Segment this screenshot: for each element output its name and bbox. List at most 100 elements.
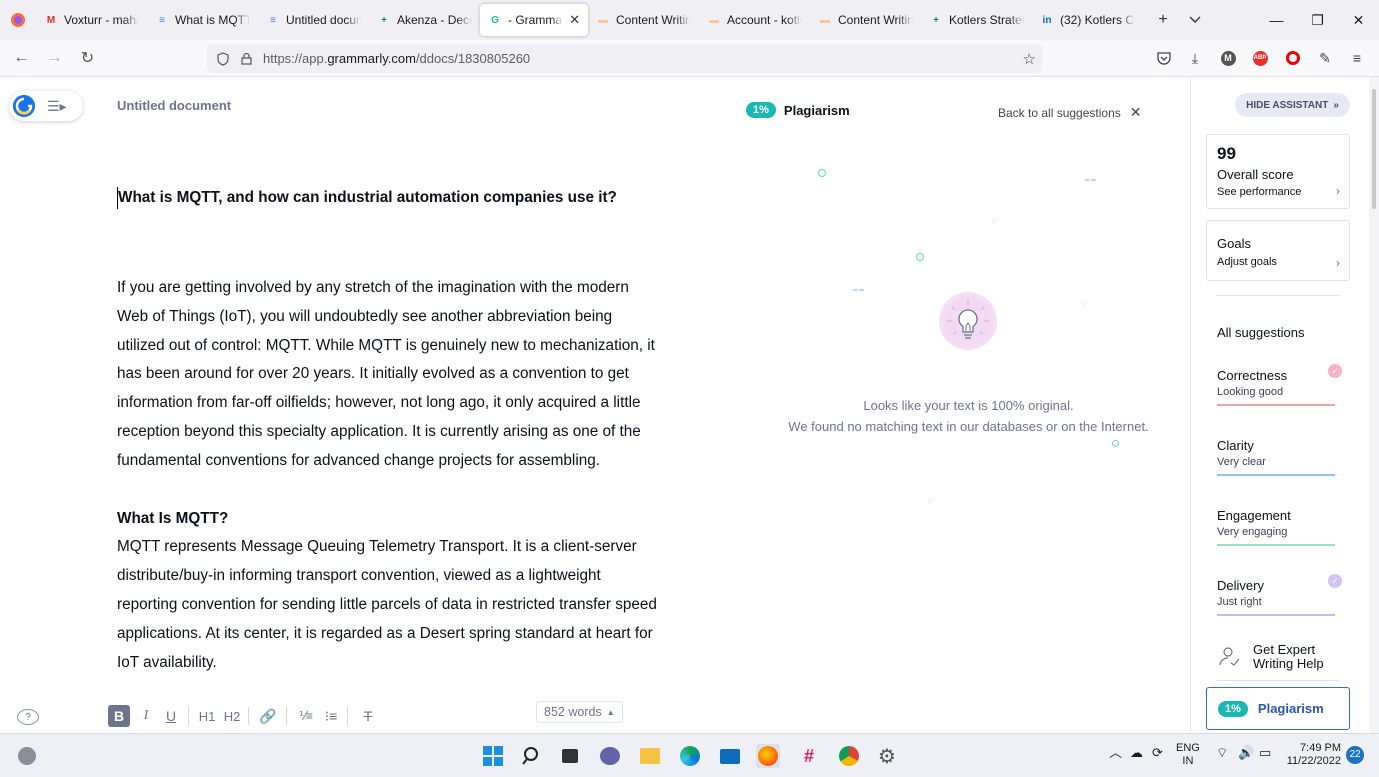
plagiarism-button[interactable]: 1% Plagiarism bbox=[1206, 687, 1350, 730]
numbered-list-icon[interactable]: ⅟≡ bbox=[295, 705, 317, 727]
adblock-icon[interactable]: ABP bbox=[1250, 48, 1270, 68]
bookmark-star-icon[interactable]: ☆ bbox=[1023, 50, 1036, 68]
browser-tab[interactable]: ≡ Untitled document bbox=[258, 4, 369, 36]
browser-tab[interactable]: ▬ Content Writing bbox=[588, 4, 699, 36]
weather-widget-icon[interactable] bbox=[15, 744, 39, 768]
page-icon: ▬ bbox=[820, 14, 830, 26]
document-subheading[interactable]: What Is MQTT? bbox=[117, 505, 657, 534]
restore-button[interactable]: ❐ bbox=[1297, 0, 1338, 40]
browser-tab[interactable]: + Kotlers Strategy bbox=[921, 4, 1032, 36]
browser-tab[interactable]: M Voxturr - mahak bbox=[36, 4, 147, 36]
firefox-menu-icon[interactable] bbox=[0, 0, 36, 40]
plagiarism-title: Plagiarism bbox=[783, 102, 850, 118]
slack-icon[interactable]: # bbox=[797, 744, 821, 768]
new-tab-button[interactable]: + bbox=[1147, 4, 1179, 36]
overall-score-card[interactable]: 99 Overall score See performance › bbox=[1206, 134, 1350, 209]
correctness-category[interactable]: Correctness Looking good ✓ bbox=[1217, 364, 1342, 406]
adjust-goals-link[interactable]: Adjust goals bbox=[1217, 256, 1339, 268]
clear-format-icon[interactable]: T bbox=[357, 705, 379, 727]
lock-icon[interactable] bbox=[239, 52, 253, 65]
close-icon[interactable]: ✕ bbox=[1130, 104, 1142, 121]
firefox-taskbar-icon[interactable] bbox=[756, 744, 780, 768]
bold-button[interactable]: B bbox=[108, 705, 130, 727]
settings-gear-icon[interactable]: ⚙ bbox=[875, 744, 899, 768]
goals-card[interactable]: Goals Adjust goals › bbox=[1206, 220, 1350, 281]
wifi-icon[interactable]: ⌔ bbox=[1216, 746, 1228, 759]
browser-tab[interactable]: in (32) Kotlers Cons bbox=[1032, 4, 1143, 36]
italic-button[interactable]: I bbox=[135, 705, 157, 727]
tray-overflow-icon[interactable]: ︿ bbox=[1109, 746, 1122, 759]
delivery-category[interactable]: Delivery Just right ✓ bbox=[1217, 574, 1342, 616]
bullet-list-icon[interactable]: ⁝≡ bbox=[320, 705, 342, 727]
word-count-button[interactable]: 852 words ▲ bbox=[536, 701, 623, 723]
clarity-category[interactable]: Clarity Very clear bbox=[1217, 438, 1335, 476]
help-icon[interactable]: ? bbox=[17, 709, 39, 725]
reload-icon[interactable]: ↻ bbox=[71, 43, 104, 73]
document-heading[interactable]: What is MQTT, and how can industrial aut… bbox=[117, 187, 657, 209]
all-suggestions-label[interactable]: All suggestions bbox=[1217, 325, 1304, 340]
category-desc: Very clear bbox=[1217, 456, 1266, 468]
search-icon[interactable] bbox=[520, 744, 544, 768]
document-title[interactable]: Untitled document bbox=[117, 98, 231, 113]
sync-icon[interactable]: ⟳ bbox=[1152, 746, 1163, 759]
page-icon: ▬ bbox=[598, 14, 608, 26]
link-icon[interactable]: 🔗 bbox=[257, 705, 279, 727]
close-window-button[interactable]: ✕ bbox=[1338, 0, 1379, 40]
hamburger-menu-icon: ☰▸ bbox=[47, 97, 67, 114]
linkedin-icon: in bbox=[1042, 14, 1052, 26]
shield-icon[interactable] bbox=[215, 51, 231, 66]
list-tabs-icon[interactable] bbox=[1179, 4, 1211, 36]
app-menu-icon[interactable]: ≡ bbox=[1347, 48, 1367, 68]
notification-badge[interactable]: 22 bbox=[1346, 746, 1364, 764]
browser-tab[interactable]: ▬ Account - kotlers bbox=[699, 4, 810, 36]
pocket-icon[interactable] bbox=[1154, 48, 1174, 68]
hide-assistant-button[interactable]: HIDE ASSISTANT» bbox=[1235, 93, 1350, 117]
minimize-button[interactable]: — bbox=[1256, 0, 1297, 40]
underline-button[interactable]: U bbox=[160, 705, 182, 727]
scrollbar-thumb[interactable] bbox=[1372, 89, 1376, 209]
mail-icon[interactable] bbox=[718, 744, 742, 768]
language-indicator[interactable]: ENG IN bbox=[1176, 742, 1200, 768]
tab-label: Akenza - December bbox=[397, 13, 472, 27]
account-avatar-icon[interactable]: M bbox=[1218, 48, 1238, 68]
check-icon: ✓ bbox=[1328, 364, 1342, 378]
forward-arrow-icon[interactable]: → bbox=[38, 43, 71, 73]
browser-tab[interactable]: G - Grammarly ✕ bbox=[480, 4, 588, 36]
page-scrollbar[interactable] bbox=[1369, 77, 1379, 733]
volume-icon[interactable]: 🔊 bbox=[1238, 746, 1254, 759]
browser-tab[interactable]: + Akenza - December bbox=[369, 4, 480, 36]
browser-tab[interactable]: ▬ Content Writing bbox=[810, 4, 921, 36]
see-performance-link[interactable]: See performance bbox=[1217, 186, 1339, 198]
extension-icon[interactable]: ✎ bbox=[1315, 48, 1335, 68]
windows-start-icon[interactable] bbox=[481, 744, 505, 768]
get-expert-help-button[interactable]: Get Expert Writing Help bbox=[1217, 643, 1324, 671]
engagement-category[interactable]: Engagement Very engaging bbox=[1217, 508, 1335, 546]
downloads-icon[interactable]: ⤓ bbox=[1185, 48, 1205, 68]
paragraph[interactable]: If you are getting involved by any stret… bbox=[117, 274, 657, 476]
heading1-button[interactable]: H1 bbox=[196, 705, 218, 727]
back-to-suggestions-link[interactable]: Back to all suggestions ✕ bbox=[998, 104, 1141, 121]
onedrive-icon[interactable]: ☁ bbox=[1130, 746, 1143, 759]
tab-label: Voxturr - mahak bbox=[64, 13, 139, 27]
file-explorer-icon[interactable] bbox=[638, 744, 662, 768]
clock[interactable]: 7:49 PM 11/22/2022 bbox=[1283, 742, 1341, 768]
decoration-dash: ⁼⁼ bbox=[852, 285, 865, 299]
divider bbox=[1217, 680, 1339, 681]
close-tab-icon[interactable]: ✕ bbox=[569, 12, 580, 28]
task-view-icon[interactable] bbox=[558, 744, 582, 768]
edge-browser-icon[interactable] bbox=[678, 744, 702, 768]
url-bar[interactable]: https://app.grammarly.com/ddocs/18308052… bbox=[207, 44, 1042, 73]
sheets-icon: + bbox=[381, 14, 387, 26]
opera-extension-icon[interactable] bbox=[1283, 48, 1303, 68]
battery-icon[interactable]: ▭ bbox=[1259, 746, 1271, 759]
browser-tab[interactable]: ≡ What is MQTT, an bbox=[147, 4, 258, 36]
document-body[interactable]: What is MQTT, and how can industrial aut… bbox=[117, 187, 657, 689]
chrome-icon[interactable] bbox=[837, 744, 861, 768]
back-arrow-icon[interactable]: ← bbox=[5, 43, 38, 73]
heading2-button[interactable]: H2 bbox=[221, 705, 243, 727]
grammarly-menu-button[interactable]: ☰▸ bbox=[9, 91, 83, 121]
tab-label: Content Writing bbox=[838, 13, 913, 27]
teams-chat-icon[interactable] bbox=[598, 744, 622, 768]
toolbar-divider bbox=[248, 707, 249, 725]
paragraph[interactable]: MQTT represents Message Queuing Telemetr… bbox=[117, 533, 657, 677]
